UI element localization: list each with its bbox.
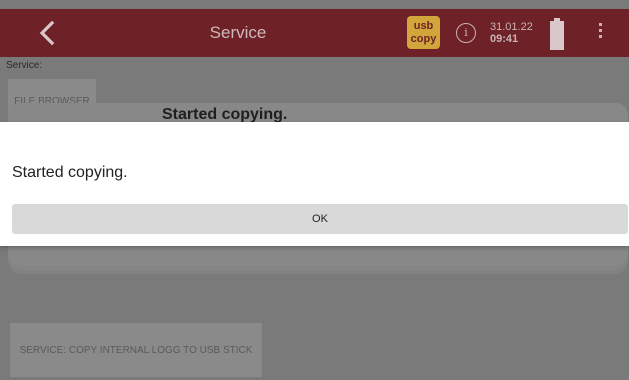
page-title: Service bbox=[209, 23, 267, 42]
ok-button[interactable]: OK bbox=[12, 204, 628, 234]
battery-icon bbox=[550, 18, 564, 50]
more-vert-icon[interactable] bbox=[597, 23, 603, 43]
usb-badge-line2: copy bbox=[410, 32, 437, 45]
info-icon[interactable]: i bbox=[456, 23, 476, 43]
dialog-message: Started copying. bbox=[12, 164, 128, 181]
date-text: 31.01.22 bbox=[490, 21, 533, 33]
service-label: Service: bbox=[6, 60, 43, 71]
usb-badge-line1: usb bbox=[413, 19, 434, 32]
top-app-bar: Service usb copy i 31.01.22 09:41 bbox=[0, 9, 629, 57]
alert-dialog: Started copying. OK bbox=[0, 122, 629, 246]
time-text: 09:41 bbox=[490, 33, 519, 45]
datetime-display: 31.01.22 09:41 bbox=[490, 21, 533, 45]
usb-copy-badge[interactable]: usb copy bbox=[407, 16, 440, 49]
copy-logs-button: SERVICE: COPY INTERNAL LOGG TO USB STICK bbox=[10, 323, 262, 377]
